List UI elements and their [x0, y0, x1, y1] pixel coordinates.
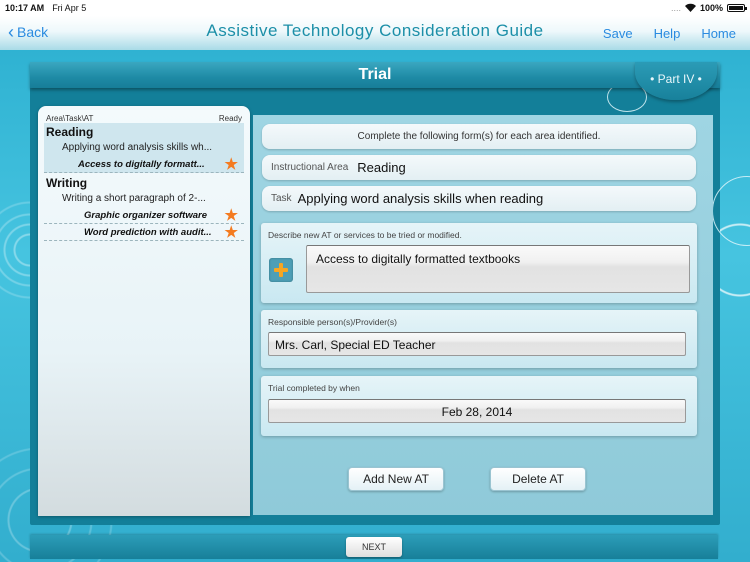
at-item[interactable]: Word prediction with audit... ★ [44, 224, 244, 241]
list-header-left: Area\Task\AT [46, 114, 94, 123]
at-label: Word prediction with audit... [84, 226, 212, 238]
area-task-at-list: Area\Task\AT Ready Reading Applying word… [38, 106, 250, 516]
instructional-area-row: Instructional Area Reading [262, 155, 696, 180]
task-label: Task [271, 193, 292, 204]
task-row: Task Applying word analysis skills when … [262, 186, 696, 211]
star-icon: ★ [224, 223, 238, 241]
at-label: Access to digitally formatt... [78, 158, 205, 170]
signal-icon: .... [670, 3, 681, 13]
add-icon[interactable] [269, 258, 293, 282]
task-item[interactable]: Applying word analysis skills wh... [44, 140, 244, 156]
chevron-left-icon: ‹ [8, 22, 14, 42]
delete-at-button[interactable]: Delete AT [490, 467, 586, 491]
next-button[interactable]: NEXT [346, 537, 402, 557]
status-date: Fri Apr 5 [52, 3, 87, 13]
at-item[interactable]: Graphic organizer software ★ [44, 207, 244, 224]
area-item-reading[interactable]: Reading [44, 123, 244, 140]
responsible-card: Responsible person(s)/Provider(s) Mrs. C… [261, 310, 697, 368]
trial-form: Complete the following form(s) for each … [253, 115, 713, 515]
area-item-writing[interactable]: Writing [38, 174, 250, 191]
trial-date-input[interactable]: Feb 28, 2014 [268, 399, 686, 423]
help-button[interactable]: Help [654, 26, 681, 41]
save-button[interactable]: Save [603, 26, 633, 41]
describe-at-label: Describe new AT or services to be tried … [268, 230, 462, 240]
battery-percent: 100% [699, 3, 723, 13]
page-title: Trial [30, 62, 720, 88]
instructional-area-value: Reading [357, 160, 406, 175]
task-value: Applying word analysis skills when readi… [297, 191, 544, 206]
describe-at-card: Describe new AT or services to be tried … [261, 223, 697, 303]
home-button[interactable]: Home [701, 26, 736, 41]
wifi-icon [684, 3, 696, 14]
responsible-label: Responsible person(s)/Provider(s) [268, 317, 397, 327]
trial-date-card: Trial completed by when Feb 28, 2014 [261, 376, 697, 436]
back-label: Back [17, 24, 49, 40]
star-icon: ★ [224, 155, 238, 173]
list-header-right: Ready [218, 114, 242, 123]
describe-at-input[interactable]: Access to digitally formatted textbooks [306, 245, 690, 293]
task-item[interactable]: Writing a short paragraph of 2-... [38, 191, 250, 207]
selected-area-group: Reading Applying word analysis skills wh… [44, 123, 244, 173]
trial-date-label: Trial completed by when [268, 383, 360, 393]
star-icon: ★ [224, 206, 238, 224]
status-bar: 10:17 AM Fri Apr 5 .... 100% [0, 0, 750, 16]
status-time: 10:17 AM [5, 3, 45, 13]
battery-icon [727, 4, 747, 12]
back-button[interactable]: ‹ Back [8, 22, 49, 42]
form-instruction: Complete the following form(s) for each … [262, 124, 696, 149]
instructional-area-label: Instructional Area [271, 162, 349, 173]
add-new-at-button[interactable]: Add New AT [348, 467, 444, 491]
responsible-input[interactable]: Mrs. Carl, Special ED Teacher [268, 332, 686, 356]
nav-bar: ‹ Back Assistive Technology Consideratio… [0, 16, 750, 50]
at-item-selected[interactable]: Access to digitally formatt... ★ [44, 156, 244, 173]
at-label: Graphic organizer software [84, 209, 208, 221]
